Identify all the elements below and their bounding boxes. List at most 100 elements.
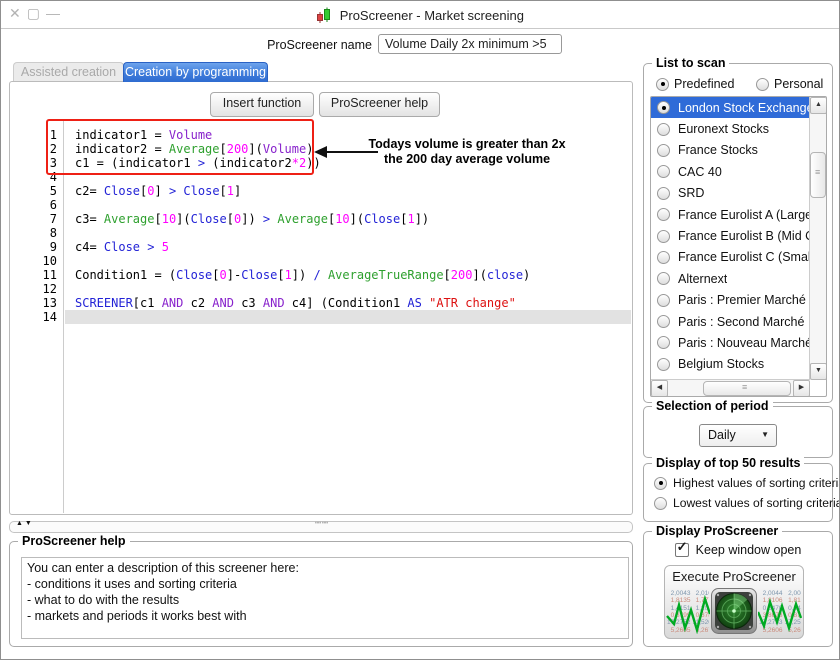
display-proscreener-fieldset: Display ProScreener ✓ Keep window open E…: [643, 531, 833, 647]
insert-function-button[interactable]: Insert function: [210, 92, 314, 117]
code-line[interactable]: 13SCREENER[c1 AND c2 AND c3 AND c4] (Con…: [11, 296, 631, 310]
list-item[interactable]: France Eurolist A (Large C: [651, 204, 810, 225]
list-item[interactable]: London Stock Exchange : A: [651, 97, 810, 118]
radar-icon: [711, 588, 757, 634]
code-editor-panel: Insert function ProScreener help 1indica…: [9, 81, 633, 515]
code-line[interactable]: 5c2= Close[0] > Close[1]: [11, 184, 631, 198]
code-line[interactable]: 11Condition1 = (Close[0]-Close[1]) / Ave…: [11, 268, 631, 282]
splitter-grip-icon[interactable]: ┉┉: [315, 518, 329, 529]
display-legend: Display ProScreener: [652, 524, 782, 538]
list-item-label: France Eurolist B (Mid Cap: [678, 229, 810, 243]
radio-icon: [657, 123, 670, 136]
list-item[interactable]: France Eurolist B (Mid Cap: [651, 225, 810, 246]
list-item[interactable]: CAC 40: [651, 161, 810, 182]
list-item[interactable]: Paris : Premier Marché: [651, 290, 810, 311]
list-item[interactable]: France Stocks: [651, 140, 810, 161]
scan-listbox: London Stock Exchange : A Euronext Stocks…: [650, 96, 827, 397]
chevron-down-icon: ▼: [761, 430, 769, 439]
radio-label: Personal: [774, 77, 823, 91]
radio-icon: [657, 187, 670, 200]
list-item[interactable]: France Eurolist C (Small Ca: [651, 247, 810, 268]
code-line[interactable]: 12: [11, 282, 631, 296]
proscreener-name-input[interactable]: [378, 34, 562, 54]
code-line[interactable]: 10: [11, 254, 631, 268]
code-line[interactable]: 7c3= Average[10](Close[0]) > Average[10]…: [11, 212, 631, 226]
list-item-label: France Stocks: [678, 143, 758, 157]
help-legend: ProScreener help: [18, 534, 130, 548]
list-to-scan-fieldset: List to scan PredefinedPersonal London S…: [643, 63, 833, 403]
proscreener-help-button[interactable]: ProScreener help: [319, 92, 440, 117]
tab-assisted-creation[interactable]: Assisted creation: [13, 62, 124, 82]
code-line[interactable]: 6: [11, 198, 631, 212]
list-item-label: France Eurolist A (Large C: [678, 208, 810, 222]
radio-icon: [654, 497, 667, 510]
check-icon: ✓: [677, 539, 688, 555]
selection-of-period-fieldset: Selection of period Daily ▼: [643, 406, 833, 458]
screener-description-textarea[interactable]: You can enter a description of this scre…: [21, 557, 629, 639]
radio-icon: [657, 358, 670, 371]
annotation-text: Todays volume is greater than 2x the 200…: [362, 137, 572, 167]
list-item[interactable]: Paris : Second Marché: [651, 311, 810, 332]
period-value: Daily: [708, 428, 736, 442]
scan-list-items: London Stock Exchange : A Euronext Stocks…: [651, 97, 810, 375]
radio-icon: [657, 144, 670, 157]
list-mode-radio[interactable]: Personal: [756, 77, 823, 91]
list-item-label: CAC 40: [678, 165, 722, 179]
horizontal-scrollbar[interactable]: ◀ ▶: [651, 379, 810, 396]
radio-label: Lowest values of sorting criteria: [673, 496, 840, 510]
vertical-scrollbar[interactable]: ▲ ▼: [809, 97, 826, 380]
vertical-scrollbar-thumb[interactable]: [810, 152, 826, 198]
list-item[interactable]: Alternext: [651, 268, 810, 289]
horizontal-splitter[interactable]: ▲▼ ┉┉: [9, 521, 633, 533]
proscreener-name-label: ProScreener name: [267, 38, 372, 52]
list-item-label: SRD: [678, 186, 704, 200]
annotation-highlight-box: [46, 119, 314, 175]
green-chart-right-icon: [758, 592, 802, 634]
radio-icon: [657, 230, 670, 243]
top50-results-fieldset: Display of top 50 results Highest values…: [643, 463, 833, 522]
list-item[interactable]: Euronext Stocks: [651, 118, 810, 139]
list-item-label: France Eurolist C (Small Ca: [678, 250, 810, 264]
code-line[interactable]: 8: [11, 226, 631, 240]
period-legend: Selection of period: [652, 399, 773, 413]
list-mode-radio[interactable]: Predefined: [656, 77, 734, 91]
code-line[interactable]: 14: [11, 310, 631, 324]
execute-proscreener-label: Execute ProScreener: [665, 569, 803, 584]
radio-label: Predefined: [674, 77, 734, 91]
list-item-label: Alternext: [678, 272, 727, 286]
list-item-label: Euronext Stocks: [678, 122, 769, 136]
scroll-left-button[interactable]: ◀: [651, 380, 668, 397]
scroll-right-button[interactable]: ▶: [793, 380, 810, 397]
radio-icon: [656, 78, 669, 91]
radio-icon: [657, 165, 670, 178]
top50-radio[interactable]: Lowest values of sorting criteria: [654, 496, 840, 510]
list-item[interactable]: Belgium Stocks: [651, 354, 810, 375]
keep-window-open-checkbox[interactable]: ✓: [675, 543, 689, 557]
radio-icon: [657, 336, 670, 349]
list-item-label: Paris : Premier Marché: [678, 293, 806, 307]
candlestick-icon: [316, 7, 332, 27]
horizontal-scrollbar-thumb[interactable]: [703, 381, 791, 396]
scroll-up-button[interactable]: ▲: [810, 97, 827, 114]
scroll-down-button[interactable]: ▼: [810, 363, 827, 380]
radio-icon: [657, 208, 670, 221]
tab-creation-by-programming[interactable]: Creation by programming: [123, 62, 268, 82]
list-item-label: Belgium Stocks: [678, 357, 764, 371]
list-item[interactable]: Paris : Nouveau Marché: [651, 332, 810, 353]
radio-icon: [756, 78, 769, 91]
period-dropdown[interactable]: Daily ▼: [699, 424, 777, 447]
radio-label: Highest values of sorting criteria: [673, 476, 840, 490]
title-bar: ✕▢— ProScreener - Market screening: [1, 1, 839, 29]
list-to-scan-legend: List to scan: [652, 56, 729, 70]
code-line[interactable]: 9c4= Close > 5: [11, 240, 631, 254]
help-fieldset: ProScreener help You can enter a descrip…: [9, 541, 633, 647]
green-chart-left-icon: [666, 592, 710, 634]
top50-radio[interactable]: Highest values of sorting criteria: [654, 476, 840, 490]
window-title: ProScreener - Market screening: [1, 7, 839, 27]
splitter-collapse-icons[interactable]: ▲▼: [16, 520, 34, 527]
list-item[interactable]: SRD: [651, 183, 810, 204]
list-item-label: Paris : Nouveau Marché: [678, 336, 810, 350]
execute-proscreener-button[interactable]: Execute ProScreener 2,00432,01011,81351,…: [664, 565, 804, 639]
proscreener-window: ✕▢— ProScreener - Market screening ProSc…: [0, 0, 840, 660]
radio-icon: [657, 272, 670, 285]
